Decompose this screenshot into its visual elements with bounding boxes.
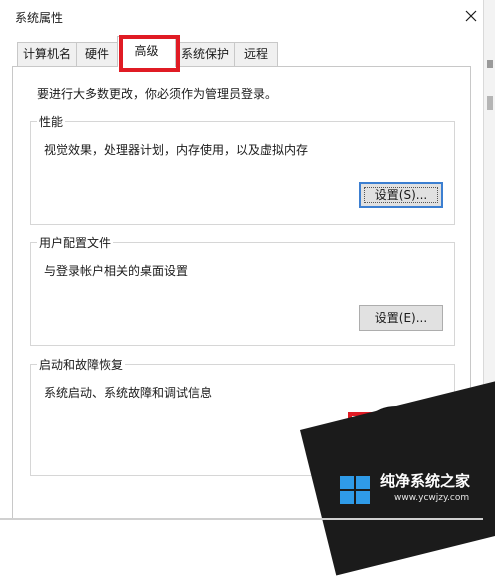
tab-bar: 计算机名 硬件 高级 系统保护 远程 [0,34,483,67]
performance-description: 视觉效果，处理器计划，内存使用，以及虚拟内存 [44,143,309,157]
tab-hardware[interactable]: 硬件 [76,42,118,66]
performance-group [30,121,455,225]
tab-divider [175,66,471,67]
startup-recovery-title: 启动和故障恢复 [37,356,126,373]
edge-mark [487,60,493,68]
startup-recovery-description: 系统启动、系统故障和调试信息 [44,386,213,400]
tab-system-protection[interactable]: 系统保护 [175,42,235,66]
highlight-box [119,35,180,72]
performance-settings-button[interactable]: 设置(S)... [359,182,443,208]
watermark-title: 纯净系统之家 [380,472,471,490]
performance-title: 性能 [37,113,66,130]
watermark-url: www.ycwjzy.com [394,493,470,503]
user-profiles-description: 与登录帐户相关的桌面设置 [44,264,189,278]
edge-mark [487,96,493,110]
close-button[interactable] [459,4,483,28]
tab-divider [12,66,119,67]
focus-rectangle [364,187,438,203]
user-profiles-title: 用户配置文件 [37,234,114,251]
tab-remote[interactable]: 远程 [234,42,278,66]
close-icon [465,10,477,22]
title-bar: 系统属性 [0,0,483,32]
admin-note: 要进行大多数更改，你必须作为管理员登录。 [37,87,278,101]
user-profiles-settings-label: 设置(E)... [374,311,428,325]
tab-computer-name[interactable]: 计算机名 [17,42,77,66]
user-profiles-settings-button[interactable]: 设置(E)... [359,305,443,331]
window-title: 系统属性 [15,11,64,25]
